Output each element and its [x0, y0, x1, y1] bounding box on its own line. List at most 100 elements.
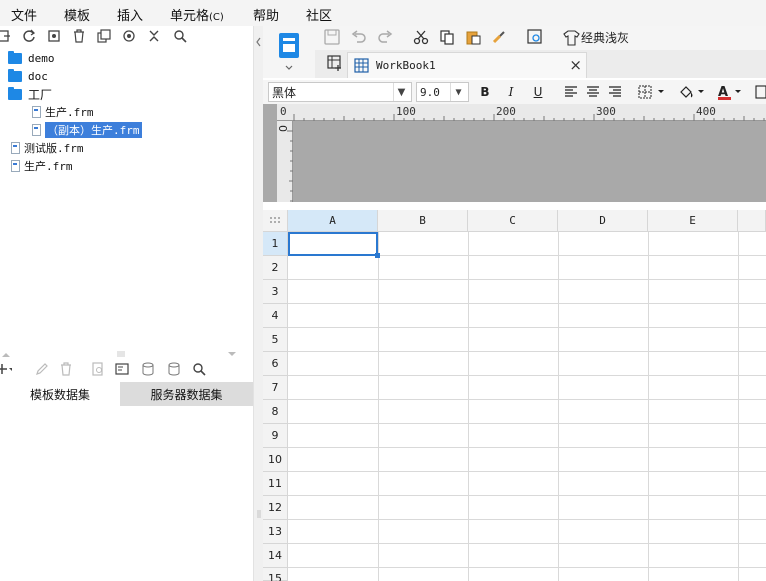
- row-header[interactable]: 5: [263, 328, 288, 352]
- italic-button[interactable]: I: [501, 82, 521, 102]
- export-icon[interactable]: [0, 28, 12, 44]
- chevron-down-icon: [735, 90, 742, 93]
- menu-help[interactable]: 帮助: [253, 5, 279, 24]
- add-dataset-icon[interactable]: [0, 361, 12, 377]
- bold-button[interactable]: B: [475, 82, 495, 102]
- copy-icon[interactable]: [96, 28, 112, 44]
- font-family-value: 黑体: [272, 85, 297, 100]
- grid-line: [288, 279, 766, 280]
- panel-divider[interactable]: [253, 26, 263, 581]
- align-center-icon[interactable]: [583, 82, 603, 102]
- new-template-menu[interactable]: [263, 26, 315, 78]
- tree-folder-doc[interactable]: doc: [8, 67, 48, 85]
- tree-file-production[interactable]: 生产.frm: [32, 103, 94, 121]
- grid-line: [288, 327, 766, 328]
- align-right-icon[interactable]: [605, 82, 625, 102]
- save-icon[interactable]: [324, 29, 340, 45]
- dataset-toolbar: [0, 360, 253, 380]
- tree-item-label: doc: [28, 69, 48, 83]
- locate-icon[interactable]: [121, 28, 137, 44]
- close-tab-icon[interactable]: ×: [569, 56, 582, 74]
- row-header[interactable]: 6: [263, 352, 288, 376]
- row-header[interactable]: 8: [263, 400, 288, 424]
- menu-insert[interactable]: 插入: [117, 5, 143, 24]
- dataset-tabs: 模板数据集 服务器数据集: [0, 382, 253, 406]
- fill-color-button[interactable]: [677, 82, 709, 102]
- column-header[interactable]: E: [648, 210, 738, 232]
- cut-icon[interactable]: [413, 29, 429, 45]
- format-painter-icon[interactable]: [491, 29, 507, 45]
- row-header[interactable]: 14: [263, 544, 288, 568]
- delete-icon[interactable]: [71, 28, 87, 44]
- form-file-icon: [11, 142, 20, 154]
- fill-handle[interactable]: [375, 253, 380, 258]
- tree-item-label: demo: [28, 51, 55, 65]
- row-header[interactable]: 1: [263, 232, 288, 256]
- delete-dataset-icon[interactable]: [58, 361, 74, 377]
- paste-icon[interactable]: [465, 29, 481, 45]
- search-dataset-icon[interactable]: [191, 361, 207, 377]
- edit-icon[interactable]: [34, 361, 50, 377]
- tree-file-test[interactable]: 测试版.frm: [11, 139, 84, 157]
- menu-template[interactable]: 模板: [64, 5, 90, 24]
- tree-file-production-2[interactable]: 生产.frm: [11, 157, 73, 175]
- workbook-tab[interactable]: WorkBook1 ×: [347, 52, 587, 78]
- font-family-select[interactable]: 黑体 ▼: [268, 82, 412, 102]
- row-header[interactable]: 4: [263, 304, 288, 328]
- more-format-icon[interactable]: [751, 82, 766, 102]
- grid-line: [288, 423, 766, 424]
- row-header[interactable]: 11: [263, 472, 288, 496]
- tree-folder-factory[interactable]: 工厂: [8, 85, 52, 103]
- preview-icon[interactable]: [90, 361, 106, 377]
- workbook-icon: [354, 57, 369, 73]
- database-icon[interactable]: [140, 361, 156, 377]
- cell-element-icon[interactable]: [327, 55, 343, 71]
- menu-community[interactable]: 社区: [306, 5, 332, 24]
- grid-line: [288, 351, 766, 352]
- copy-doc-icon[interactable]: [439, 29, 455, 45]
- theme-selector[interactable]: 经典浅灰: [563, 29, 629, 46]
- refresh-icon[interactable]: [21, 28, 37, 44]
- row-header[interactable]: 15: [263, 568, 288, 581]
- settings-icon[interactable]: [46, 28, 62, 44]
- row-header[interactable]: 9: [263, 424, 288, 448]
- tab-template-dataset[interactable]: 模板数据集: [0, 382, 120, 406]
- dataset-param-icon[interactable]: [114, 361, 130, 377]
- tree-folder-demo[interactable]: demo: [8, 49, 55, 67]
- spreadsheet-grid[interactable]: A B C D E 1 2 3 4 5 6 7 8 9 10 11 12 13 …: [263, 210, 766, 581]
- column-header[interactable]: D: [558, 210, 648, 232]
- preview-template-icon[interactable]: [527, 29, 543, 45]
- column-header[interactable]: C: [468, 210, 558, 232]
- redo-icon[interactable]: [377, 29, 393, 45]
- row-header[interactable]: 3: [263, 280, 288, 304]
- align-left-icon[interactable]: [561, 82, 581, 102]
- row-header[interactable]: 13: [263, 520, 288, 544]
- menu-cell[interactable]: 单元格(C): [170, 5, 224, 24]
- selected-cell-a1[interactable]: [288, 232, 378, 256]
- select-all-corner[interactable]: [263, 210, 288, 232]
- row-header[interactable]: 12: [263, 496, 288, 520]
- row-header[interactable]: 7: [263, 376, 288, 400]
- tree-file-production-copy[interactable]: （副本）生产.frm: [32, 121, 142, 139]
- panel-splitter[interactable]: [0, 348, 253, 360]
- tree-item-label: （副本）生产.frm: [45, 122, 142, 138]
- border-button[interactable]: [637, 82, 669, 102]
- chevron-down-icon: ▼: [450, 83, 466, 101]
- tree-item-label: 测试版.frm: [24, 142, 84, 155]
- column-header[interactable]: [738, 210, 766, 232]
- tab-server-dataset[interactable]: 服务器数据集: [120, 382, 253, 406]
- underline-button[interactable]: U: [528, 82, 548, 102]
- collapse-icon[interactable]: [146, 28, 162, 44]
- design-spacer: [263, 202, 766, 210]
- column-header[interactable]: B: [378, 210, 468, 232]
- font-color-button[interactable]: A: [715, 82, 747, 102]
- undo-icon[interactable]: [351, 29, 367, 45]
- font-size-select[interactable]: 9.0 ▼: [416, 82, 469, 102]
- menu-file[interactable]: 文件: [11, 5, 37, 24]
- search-icon[interactable]: [172, 28, 188, 44]
- row-header[interactable]: 2: [263, 256, 288, 280]
- server-database-icon[interactable]: [166, 361, 182, 377]
- row-header[interactable]: 10: [263, 448, 288, 472]
- column-header[interactable]: A: [288, 210, 378, 232]
- grid-line: [648, 232, 649, 581]
